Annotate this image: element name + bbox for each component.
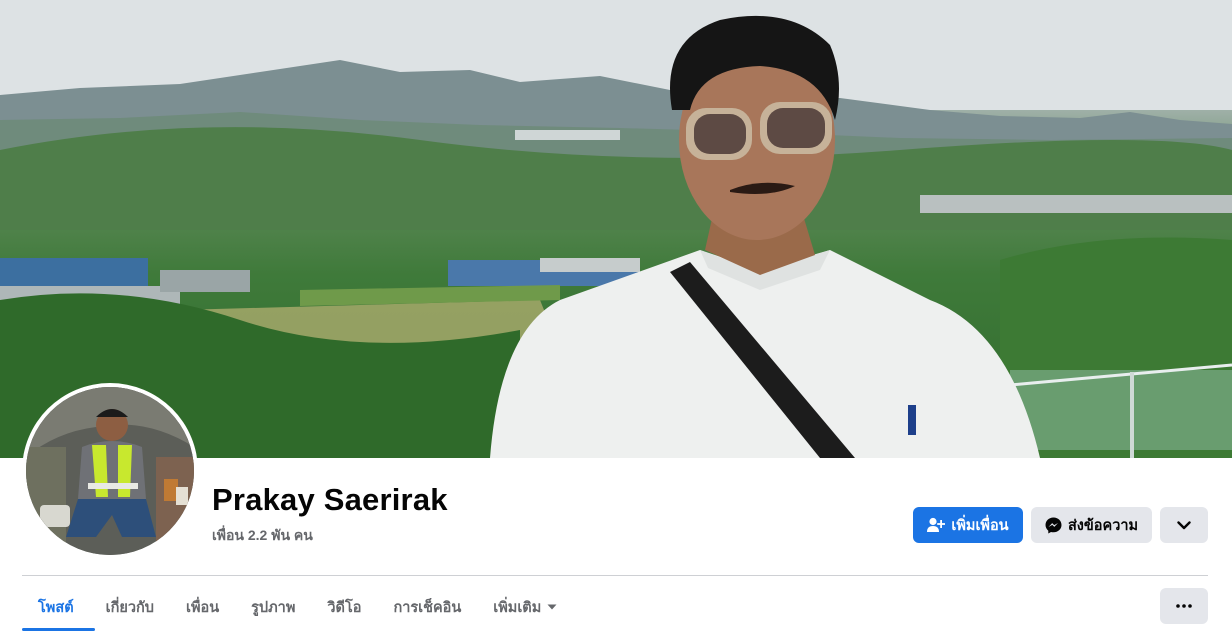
- header-divider: [22, 575, 1208, 576]
- tab-photos[interactable]: รูปภาพ: [235, 587, 311, 627]
- add-friend-label: เพิ่มเพื่อน: [951, 517, 1009, 534]
- tab-checkins[interactable]: การเช็คอิน: [377, 587, 477, 627]
- active-tab-indicator: [22, 628, 95, 631]
- profile-picture[interactable]: [22, 383, 198, 559]
- tab-checkins-label: การเช็คอิน: [393, 599, 462, 616]
- tab-posts[interactable]: โพสต์: [22, 587, 90, 627]
- more-horizontal-icon: [1176, 604, 1192, 608]
- profile-options-button[interactable]: [1160, 588, 1208, 624]
- add-friend-button[interactable]: เพิ่มเพื่อน: [913, 507, 1023, 543]
- chevron-down-icon: [1177, 520, 1191, 529]
- messenger-icon: [1045, 517, 1062, 533]
- tab-videos-label: วิดีโอ: [327, 599, 362, 616]
- message-button[interactable]: ส่งข้อความ: [1031, 507, 1152, 543]
- more-options-dropdown-button[interactable]: [1160, 507, 1208, 543]
- tab-videos[interactable]: วิดีโอ: [311, 587, 377, 627]
- tab-photos-label: รูปภาพ: [251, 599, 296, 616]
- tab-more-label: เพิ่มเติม: [493, 599, 542, 616]
- friends-count-link[interactable]: เพื่อน 2.2 พัน คน: [212, 525, 313, 547]
- message-label: ส่งข้อความ: [1067, 517, 1139, 534]
- profile-tabs: โพสต์ เกี่ยวกับ เพื่อน รูปภาพ วิดีโอ การ…: [22, 587, 573, 627]
- avatar: [26, 387, 194, 555]
- tab-posts-label: โพสต์: [38, 599, 74, 616]
- avatar-image: [26, 387, 194, 555]
- cover-photo[interactable]: [0, 0, 1232, 458]
- tab-more[interactable]: เพิ่มเติม: [477, 587, 573, 627]
- tab-friends[interactable]: เพื่อน: [170, 587, 235, 627]
- tab-friends-label: เพื่อน: [185, 599, 220, 616]
- caret-down-icon: [547, 604, 557, 610]
- cover-photo-scene: [0, 0, 1232, 458]
- profile-name: Prakay Saerirak: [212, 482, 448, 517]
- tab-about[interactable]: เกี่ยวกับ: [90, 587, 170, 627]
- tab-about-label: เกี่ยวกับ: [105, 599, 154, 616]
- person-plus-icon: [927, 517, 946, 532]
